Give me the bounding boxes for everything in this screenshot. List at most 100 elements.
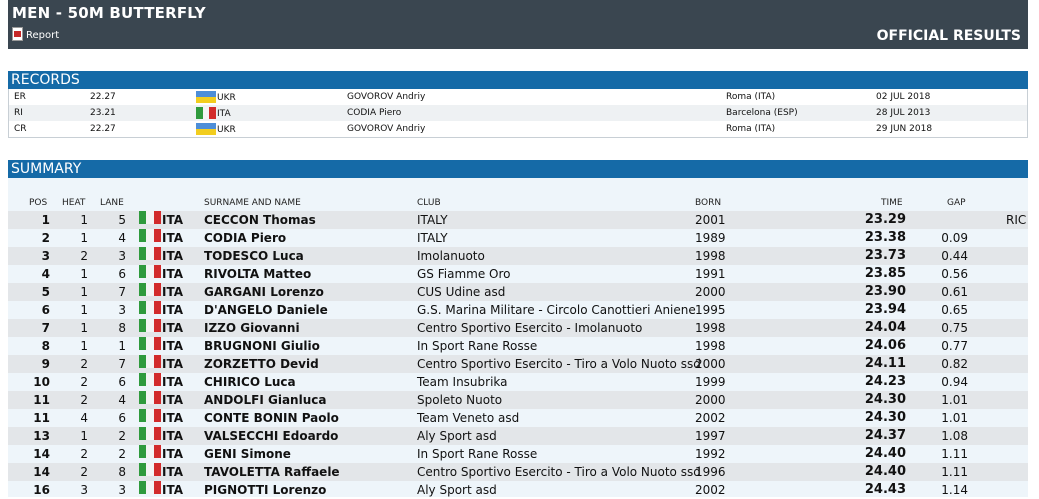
italy-flag-icon [139,265,161,278]
result-name: GARGANI Lorenzo [204,285,324,299]
result-lane: 6 [118,267,126,281]
record-holder: GOVOROV Andriy [347,92,426,102]
result-heat: 1 [80,285,88,299]
result-time: 24.30 [864,392,906,407]
result-name: CODIA Piero [204,231,287,245]
summary-section-header: SUMMARY [8,160,1028,178]
result-pos: 1 [41,213,50,227]
col-header-heat: HEAT [62,198,86,208]
result-gap: 0.75 [941,321,968,335]
col-header-club: CLUB [417,198,441,208]
result-pos: 9 [41,357,50,371]
event-title: MEN - 50M BUTTERFLY [12,4,206,22]
result-pos: 6 [41,303,50,317]
result-nat: ITA [162,231,184,245]
result-name: RIVOLTA Matteo [204,267,312,281]
result-heat: 1 [80,213,88,227]
result-lane: 8 [118,465,126,479]
result-pos: 14 [33,465,50,479]
italy-flag-icon [139,247,161,260]
italy-flag-icon [139,391,161,404]
result-row: 7 1 8 ITA IZZO Giovanni Centro Sportivo Eserc… [8,319,1028,337]
result-born: 2002 [695,411,726,425]
result-note: RIC [1006,213,1027,227]
result-born: 1997 [695,429,726,443]
result-club: Centro Sportivo Esercito - Imolanuoto [417,321,643,335]
record-nat: UKR [217,125,236,135]
result-club: ITALY [417,231,448,245]
result-heat: 2 [80,375,88,389]
result-club: Aly Sport asd [417,429,497,443]
result-club: G.S. Marina Militare - Circolo Canottier… [417,303,696,317]
result-time: 24.37 [864,428,906,443]
report-link[interactable]: Report [12,27,59,41]
record-time: 22.27 [90,92,116,102]
result-lane: 7 [118,357,126,371]
result-nat: ITA [162,411,184,425]
result-row: 1 1 5 ITA CECCON Thomas ITALY 2001 23.29 RIC [8,211,1028,229]
italy-flag-icon [139,409,161,422]
italy-flag-icon [139,445,161,458]
result-born: 1989 [695,231,726,245]
result-row: 3 2 3 ITA TODESCO Luca Imolanuoto 1998 23.73 0.4… [8,247,1028,265]
record-nat: UKR [217,93,236,103]
result-time: 23.94 [864,302,906,317]
record-time: 23.21 [90,108,116,118]
result-pos: 8 [41,339,50,353]
record-type: RI [14,108,23,118]
result-heat: 2 [80,357,88,371]
result-gap: 0.56 [941,267,968,281]
summary-title: SUMMARY [11,161,82,177]
result-heat: 2 [80,447,88,461]
result-born: 1998 [695,321,726,335]
result-heat: 4 [80,411,88,425]
result-lane: 6 [118,411,126,425]
result-lane: 2 [118,429,126,443]
result-club: ITALY [417,213,448,227]
result-time: 24.40 [864,464,906,479]
result-time: 23.29 [864,212,906,227]
italy-flag-icon [139,427,161,440]
result-row: 5 1 7 ITA GARGANI Lorenzo CUS Udine asd 2000 23… [8,283,1028,301]
result-row: 11 4 6 ITA CONTE BONIN Paolo Team Veneto asd 2… [8,409,1028,427]
result-name: ANDOLFI Gianluca [204,393,327,407]
result-gap: 0.61 [941,285,968,299]
result-born: 2000 [695,357,726,371]
result-lane: 1 [118,339,126,353]
result-club: Centro Sportivo Esercito - Tiro a Volo N… [417,357,701,371]
result-born: 1998 [695,249,726,263]
result-heat: 1 [80,231,88,245]
results-header: MEN - 50M BUTTERFLY Report OFFICIAL RESU… [8,0,1028,49]
result-pos: 11 [33,411,50,425]
result-heat: 1 [80,339,88,353]
result-born: 2002 [695,483,726,497]
result-nat: ITA [162,285,184,299]
result-born: 2000 [695,285,726,299]
result-row: 14 2 2 ITA GENI Simone In Sport Rane Rosse 199… [8,445,1028,463]
result-name: TODESCO Luca [204,249,304,263]
result-pos: 2 [41,231,50,245]
records-section-header: RECORDS [8,71,1028,89]
record-date: 02 JUL 2018 [876,92,931,102]
result-name: BRUGNONI Giulio [204,339,320,353]
result-heat: 1 [80,321,88,335]
result-row: 4 1 6 ITA RIVOLTA Matteo GS Fiamme Oro 1991 23.… [8,265,1028,283]
result-club: CUS Udine asd [417,285,506,299]
result-gap: 1.11 [941,465,968,479]
records-title: RECORDS [11,72,80,88]
result-born: 1991 [695,267,726,281]
result-born: 1998 [695,339,726,353]
result-gap: 0.44 [941,249,968,263]
result-pos: 10 [33,375,50,389]
result-club: In Sport Rane Rosse [417,447,538,461]
result-nat: ITA [162,321,184,335]
result-time: 24.43 [864,482,906,497]
record-place: Barcelona (ESP) [726,108,798,118]
result-name: D'ANGELO Daniele [204,303,328,317]
result-born: 1995 [695,303,726,317]
record-type: ER [14,92,26,102]
result-lane: 3 [118,249,126,263]
result-time: 23.85 [864,266,906,281]
col-header-lane: LANE [100,198,124,208]
italy-flag-icon [139,337,161,350]
